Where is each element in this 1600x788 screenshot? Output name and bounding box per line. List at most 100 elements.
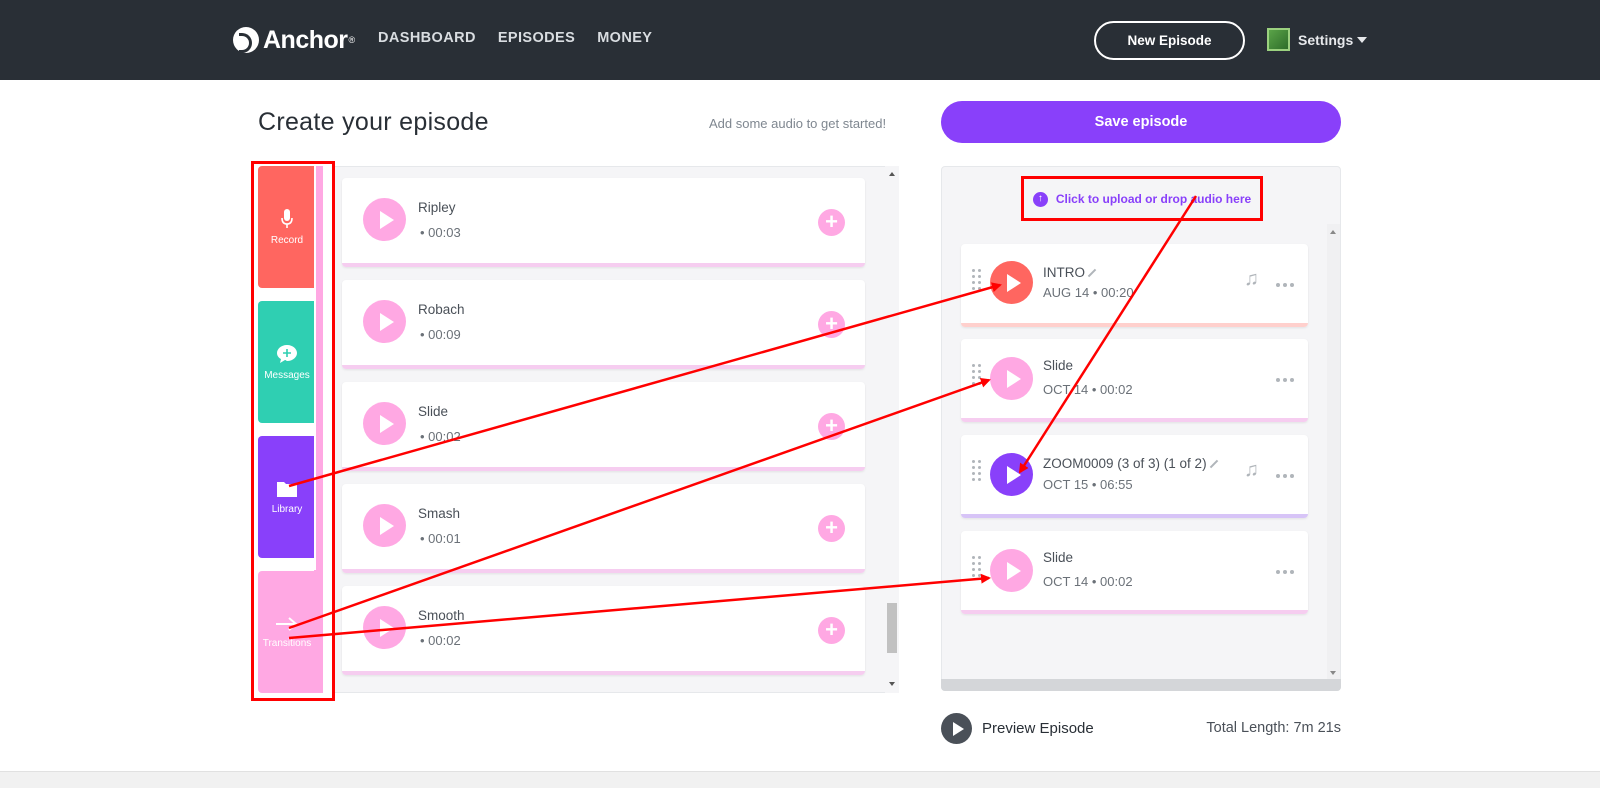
transition-arrow-icon bbox=[276, 616, 298, 631]
library-item[interactable]: Ripley • 00:03 + bbox=[342, 178, 865, 267]
segment-title: INTRO bbox=[1043, 265, 1085, 280]
upload-label: Click to upload or drop audio here bbox=[1055, 192, 1252, 206]
library-item[interactable]: Slide • 00:02 + bbox=[342, 382, 865, 471]
upload-arrow-icon: ↑ bbox=[1032, 191, 1048, 207]
segment-color-bar bbox=[961, 514, 1308, 518]
tool-strip-divider bbox=[314, 166, 316, 570]
episode-scrollbar[interactable] bbox=[1327, 224, 1340, 679]
edit-pencil-icon[interactable] bbox=[1209, 459, 1219, 469]
tool-transitions[interactable]: Transitions bbox=[258, 571, 316, 693]
page-horizontal-scrollbar[interactable] bbox=[0, 771, 1600, 788]
play-icon[interactable] bbox=[990, 261, 1033, 304]
drag-handle-icon[interactable] bbox=[972, 364, 982, 388]
play-icon[interactable] bbox=[363, 402, 406, 445]
scroll-up-arrow-icon[interactable] bbox=[889, 172, 895, 176]
empty-hint: Add some audio to get started! bbox=[709, 116, 887, 131]
message-bubble-icon bbox=[277, 344, 297, 363]
more-options-icon[interactable] bbox=[1276, 283, 1294, 287]
segment-meta: OCT 15 • 06:55 bbox=[1043, 477, 1133, 492]
nav-dashboard[interactable]: DASHBOARD bbox=[378, 30, 476, 46]
more-options-icon[interactable] bbox=[1276, 474, 1294, 478]
segment-meta: OCT 14 • 00:02 bbox=[1043, 382, 1133, 397]
tool-record-label: Record bbox=[270, 234, 304, 246]
library-item-duration: • 00:02 bbox=[420, 429, 461, 444]
play-icon[interactable] bbox=[363, 504, 406, 547]
library-item-title: Smooth bbox=[418, 608, 465, 623]
episode-segment[interactable]: Slide OCT 14 • 00:02 bbox=[961, 339, 1308, 422]
drag-handle-icon[interactable] bbox=[972, 460, 982, 484]
total-length: Total Length: 7m 21s bbox=[1206, 720, 1341, 736]
anchor-logo[interactable]: Anchor ® bbox=[233, 24, 355, 56]
add-to-episode-button[interactable]: + bbox=[818, 515, 845, 542]
upload-dropzone[interactable]: ↑ Click to upload or drop audio here bbox=[1022, 178, 1262, 220]
episode-segment[interactable]: ZOOM0009 (3 of 3) (1 of 2) OCT 15 • 06:5… bbox=[961, 435, 1308, 518]
preview-play-icon[interactable] bbox=[941, 713, 972, 744]
segment-color-bar bbox=[961, 418, 1308, 422]
library-item-duration: • 00:09 bbox=[420, 327, 461, 342]
settings-label: Settings bbox=[1298, 31, 1354, 48]
chevron-down-icon bbox=[1357, 36, 1368, 43]
segment-title: ZOOM0009 (3 of 3) (1 of 2) bbox=[1043, 456, 1207, 471]
logo-text: Anchor bbox=[263, 25, 348, 54]
add-to-episode-button[interactable]: + bbox=[818, 209, 845, 236]
library-item[interactable]: Robach • 00:09 + bbox=[342, 280, 865, 369]
tool-messages-label: Messages bbox=[264, 369, 310, 381]
tool-record[interactable]: Record bbox=[258, 166, 316, 288]
play-icon[interactable] bbox=[990, 549, 1033, 592]
add-music-icon[interactable]: ♫ bbox=[1244, 268, 1259, 291]
tool-messages[interactable]: Messages bbox=[258, 301, 316, 423]
play-icon[interactable] bbox=[363, 198, 406, 241]
save-episode-button[interactable]: Save episode bbox=[941, 101, 1341, 143]
library-item-duration: • 00:03 bbox=[420, 225, 461, 240]
add-to-episode-button[interactable]: + bbox=[818, 413, 845, 440]
segment-meta: AUG 14 • 00:20 bbox=[1043, 285, 1134, 300]
segment-color-bar bbox=[961, 610, 1308, 614]
episode-panel-footer bbox=[941, 679, 1341, 691]
page-title: Create your episode bbox=[258, 108, 489, 136]
drag-handle-icon[interactable] bbox=[972, 556, 982, 580]
library-item[interactable]: Smooth • 00:02 + bbox=[342, 586, 865, 675]
library-item-title: Ripley bbox=[418, 200, 456, 215]
settings-menu[interactable]: Settings bbox=[1267, 28, 1368, 51]
add-music-icon[interactable]: ♫ bbox=[1244, 459, 1259, 482]
play-icon[interactable] bbox=[363, 300, 406, 343]
more-options-icon[interactable] bbox=[1276, 378, 1294, 382]
scroll-up-arrow-icon[interactable] bbox=[1330, 230, 1336, 234]
edit-pencil-icon[interactable] bbox=[1087, 268, 1097, 278]
tool-transitions-label: Transitions bbox=[262, 637, 312, 649]
preview-label: Preview Episode bbox=[982, 720, 1094, 737]
tool-library-label: Library bbox=[271, 503, 303, 515]
logo-registered-mark: ® bbox=[348, 35, 356, 45]
top-navbar: Anchor ® DASHBOARD EPISODES MONEY New Ep… bbox=[0, 0, 1600, 80]
preview-episode[interactable]: Preview Episode bbox=[941, 713, 1094, 744]
library-item-title: Robach bbox=[418, 302, 465, 317]
segment-color-bar bbox=[961, 323, 1308, 327]
new-episode-button[interactable]: New Episode bbox=[1094, 21, 1245, 60]
scroll-down-arrow-icon[interactable] bbox=[1330, 671, 1336, 675]
library-scrollbar-thumb[interactable] bbox=[887, 603, 897, 653]
add-to-episode-button[interactable]: + bbox=[818, 617, 845, 644]
library-item-title: Smash bbox=[418, 506, 461, 521]
episode-segment[interactable]: INTRO AUG 14 • 00:20 ♫ bbox=[961, 244, 1308, 327]
segment-title: Slide bbox=[1043, 358, 1074, 373]
library-item[interactable]: Smash • 00:01 + bbox=[342, 484, 865, 573]
drag-handle-icon[interactable] bbox=[972, 269, 982, 293]
play-icon[interactable] bbox=[363, 606, 406, 649]
play-icon[interactable] bbox=[990, 453, 1033, 496]
nav-episodes[interactable]: EPISODES bbox=[498, 30, 575, 46]
tool-library[interactable]: Library bbox=[258, 436, 316, 558]
folder-icon bbox=[277, 481, 297, 497]
main-nav: DASHBOARD EPISODES MONEY bbox=[378, 30, 652, 46]
nav-money[interactable]: MONEY bbox=[597, 30, 652, 46]
scroll-down-arrow-icon[interactable] bbox=[889, 682, 895, 686]
library-item-duration: • 00:01 bbox=[420, 531, 461, 546]
segment-meta: OCT 14 • 00:02 bbox=[1043, 574, 1133, 589]
episode-segment[interactable]: Slide OCT 14 • 00:02 bbox=[961, 531, 1308, 614]
library-item-duration: • 00:02 bbox=[420, 633, 461, 648]
anchor-logo-icon bbox=[233, 27, 259, 53]
add-to-episode-button[interactable]: + bbox=[818, 311, 845, 338]
play-icon[interactable] bbox=[990, 357, 1033, 400]
segment-title: Slide bbox=[1043, 550, 1074, 565]
more-options-icon[interactable] bbox=[1276, 570, 1294, 574]
avatar bbox=[1267, 28, 1290, 51]
